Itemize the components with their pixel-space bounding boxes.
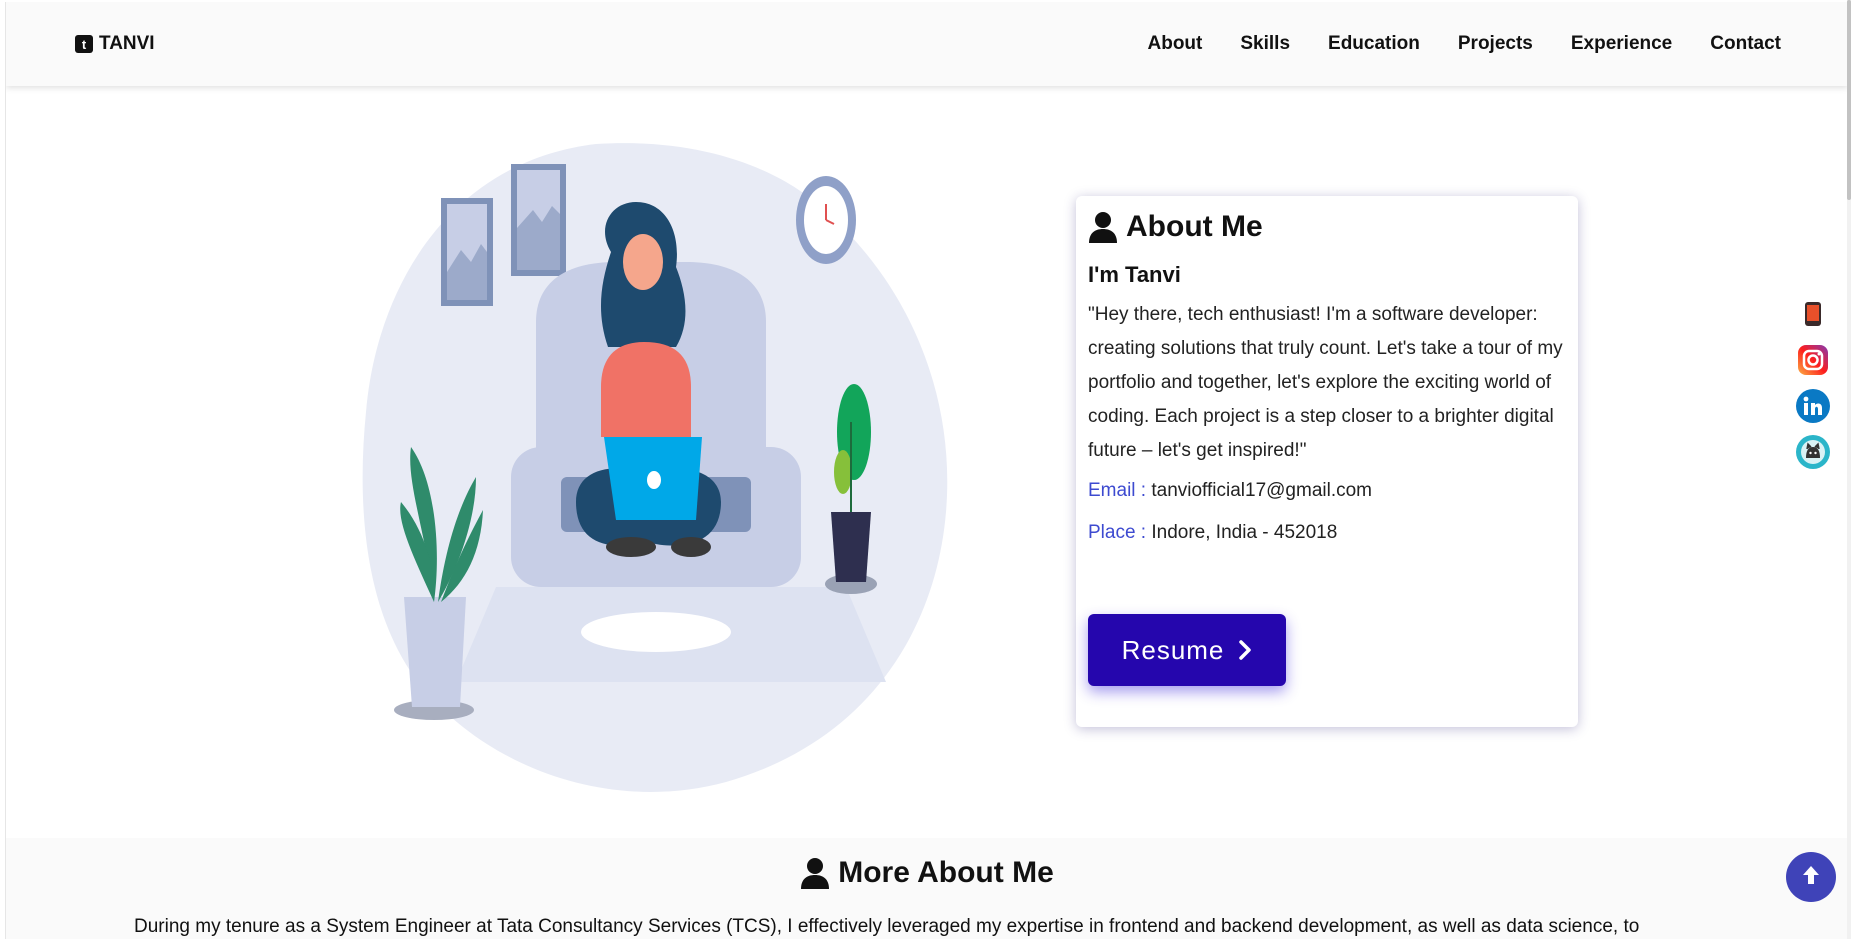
scrollbar-thumb[interactable] bbox=[1847, 0, 1851, 200]
scroll-to-top-button[interactable] bbox=[1786, 852, 1836, 902]
place-line: Place : Indore, India - 452018 bbox=[1088, 522, 1566, 544]
more-about-section: More About Me During my tenure as a Syst… bbox=[6, 838, 1847, 939]
main-nav: About Skills Education Projects Experien… bbox=[1148, 33, 1782, 55]
resume-button[interactable]: Resume bbox=[1088, 614, 1286, 686]
place-value: Indore, India - 452018 bbox=[1151, 522, 1338, 543]
intro-name: I'm Tanvi bbox=[1088, 262, 1181, 287]
page: t TANVI About Skills Education Projects … bbox=[5, 2, 1847, 939]
email-label: Email : bbox=[1088, 480, 1147, 501]
nav-skills[interactable]: Skills bbox=[1240, 33, 1290, 55]
more-about-title: More About Me bbox=[838, 856, 1054, 889]
place-label: Place : bbox=[1088, 522, 1147, 543]
arrow-up-icon bbox=[1803, 866, 1819, 884]
about-card: About Me I'm Tanvi "Hey there, tech enth… bbox=[1076, 196, 1578, 727]
about-title: About Me bbox=[1126, 210, 1263, 243]
github-icon[interactable] bbox=[1796, 435, 1830, 469]
about-heading: About Me bbox=[1088, 210, 1566, 244]
brand-icon: t bbox=[75, 35, 93, 53]
chevron-right-icon bbox=[1239, 640, 1252, 660]
nav-contact[interactable]: Contact bbox=[1710, 33, 1781, 55]
email-line: Email : tanviofficial17@gmail.com bbox=[1088, 480, 1566, 502]
nav-about[interactable]: About bbox=[1148, 33, 1203, 55]
linkedin-icon[interactable] bbox=[1796, 389, 1830, 423]
site-header: t TANVI About Skills Education Projects … bbox=[6, 2, 1847, 86]
brand-logo[interactable]: t TANVI bbox=[75, 33, 155, 55]
more-about-text: During my tenure as a System Engineer at… bbox=[134, 916, 1640, 937]
scrollbar[interactable] bbox=[1847, 0, 1851, 939]
user-icon bbox=[801, 858, 830, 889]
phone-icon[interactable] bbox=[1796, 297, 1830, 331]
more-about-heading: More About Me bbox=[6, 856, 1847, 890]
nav-projects[interactable]: Projects bbox=[1458, 33, 1533, 55]
resume-label: Resume bbox=[1121, 634, 1225, 665]
social-rail bbox=[1796, 297, 1830, 469]
user-icon bbox=[1089, 212, 1117, 243]
nav-education[interactable]: Education bbox=[1328, 33, 1420, 55]
nav-experience[interactable]: Experience bbox=[1571, 33, 1672, 55]
email-value[interactable]: tanviofficial17@gmail.com bbox=[1151, 480, 1372, 501]
bio-text: "Hey there, tech enthusiast! I'm a softw… bbox=[1088, 304, 1563, 461]
instagram-icon[interactable] bbox=[1796, 343, 1830, 377]
hero-illustration bbox=[362, 143, 948, 792]
brand-name: TANVI bbox=[99, 33, 155, 54]
